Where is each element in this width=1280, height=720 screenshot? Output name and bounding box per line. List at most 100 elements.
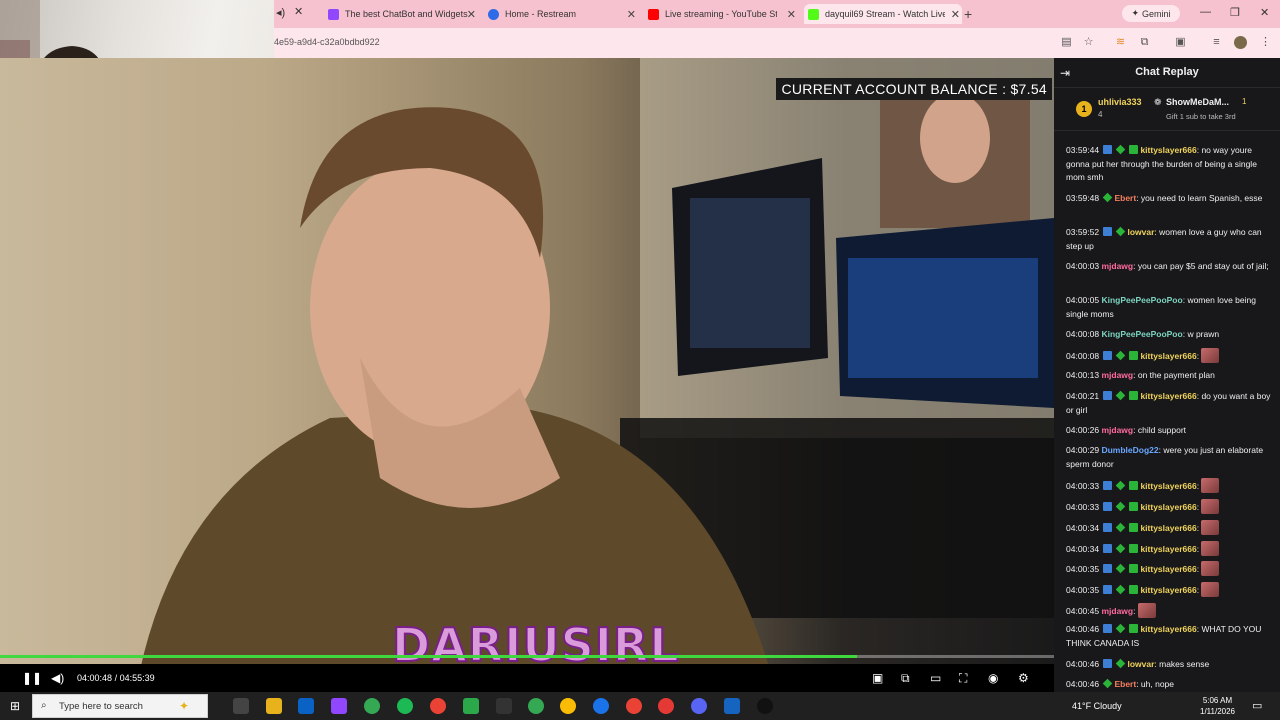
chat-username[interactable]: kittyslayer666 [1140, 585, 1196, 595]
verified-badge-icon[interactable] [1116, 350, 1126, 361]
verified-badge-icon[interactable] [1116, 543, 1126, 554]
volume-icon[interactable]: ◀) [51, 671, 64, 685]
chrome-icon[interactable] [364, 698, 380, 714]
leaderboard-first-name[interactable]: uhlivia333 [1098, 97, 1142, 107]
chat-username[interactable]: KingPeePeePooPoo [1101, 329, 1182, 339]
theater-mode-icon[interactable]: ▭ [930, 671, 941, 685]
weather-widget[interactable]: 41°F Cloudy [1072, 701, 1122, 711]
subscriber-badge-icon[interactable] [1129, 481, 1139, 490]
obs-icon[interactable] [658, 698, 674, 714]
outlook-icon[interactable] [298, 698, 314, 714]
profile-avatar[interactable] [1234, 36, 1247, 49]
verified-badge-icon[interactable] [1116, 226, 1126, 237]
close-tab-icon[interactable]: ✕ [294, 5, 303, 18]
discord-icon[interactable] [691, 698, 707, 714]
verified-badge-icon[interactable] [1116, 480, 1126, 491]
chat-username[interactable]: kittyslayer666 [1140, 564, 1196, 574]
chat-username[interactable]: DumbleDog22 [1101, 445, 1158, 455]
terminal-icon[interactable] [496, 698, 512, 714]
seek-bar[interactable] [0, 655, 1054, 658]
moderator-badge-icon[interactable] [1103, 523, 1113, 532]
moderator-badge-icon[interactable] [1103, 659, 1113, 668]
subscriber-badge-icon[interactable] [1129, 391, 1139, 400]
twitch-app-icon[interactable] [331, 698, 347, 714]
chrome-profile-icon[interactable] [528, 698, 544, 714]
chat-username[interactable]: Ebert [1114, 193, 1136, 203]
taskbar-clock[interactable]: 5:06 AM 1/11/2026 [1200, 695, 1235, 717]
notifications-icon[interactable]: ▭ [1252, 699, 1262, 712]
moderator-badge-icon[interactable] [1103, 624, 1113, 633]
subscriber-badge-icon[interactable] [1129, 585, 1139, 594]
leaderboard-second-name[interactable]: ShowMeDaM... [1166, 97, 1229, 107]
extensions-icon[interactable]: ⧉ [1138, 36, 1151, 49]
moderator-badge-icon[interactable] [1103, 585, 1113, 594]
subscriber-badge-icon[interactable] [1129, 351, 1139, 360]
clip-icon[interactable]: ▣ [872, 671, 883, 685]
sidebar-icon[interactable]: ▣ [1174, 36, 1187, 49]
settings-gear-icon[interactable]: ⚙ [1018, 671, 1029, 685]
verified-badge-icon[interactable] [1116, 584, 1126, 595]
tab-restream[interactable]: Home - Restream ✕ [488, 4, 638, 24]
spotify-icon[interactable] [397, 698, 413, 714]
chat-username[interactable]: kittyslayer666 [1140, 624, 1196, 634]
chat-username[interactable]: mjdawg [1101, 606, 1133, 616]
chat-username[interactable]: kittyslayer666 [1140, 351, 1196, 361]
moderator-badge-icon[interactable] [1103, 351, 1113, 360]
address-bar[interactable]: 4e59-a9d4-c32a0bdbd922 ▤ ☆ ≋ ⧉ ▣ ≡ ⋮ [274, 28, 1280, 58]
verified-badge-icon[interactable] [1116, 623, 1126, 634]
subscriber-badge-icon[interactable] [1129, 145, 1139, 154]
fullscreen-icon[interactable]: ⛶ [959, 671, 967, 685]
chrome-profile-icon[interactable] [560, 698, 576, 714]
video-player[interactable]: CURRENT ACCOUNT BALANCE : $7.54 DARIUSIR… [0, 58, 1054, 670]
subscriber-badge-icon[interactable] [1129, 564, 1139, 573]
subscriber-badge-icon[interactable] [1129, 502, 1139, 511]
task-view-icon[interactable] [233, 698, 249, 714]
gemini-button[interactable]: ✦ Gemini [1122, 5, 1180, 22]
app-icon[interactable] [724, 698, 740, 714]
chrome-profile-icon[interactable] [626, 698, 642, 714]
url-text[interactable]: 4e59-a9d4-c32a0bdbd922 [274, 37, 380, 47]
tab-kick-stream[interactable]: dayquil69 Stream - Watch Live ✕ [804, 4, 962, 24]
rss-icon[interactable]: ≋ [1114, 36, 1127, 49]
verified-badge-icon[interactable] [1103, 192, 1113, 203]
moderator-badge-icon[interactable] [1103, 227, 1113, 236]
bookmark-star-icon[interactable]: ☆ [1082, 36, 1095, 49]
media-icon[interactable]: ≡ [1210, 36, 1223, 49]
verified-badge-icon[interactable] [1116, 658, 1126, 669]
verified-badge-icon[interactable] [1116, 501, 1126, 512]
chat-username[interactable]: mjdawg [1101, 425, 1133, 435]
moderator-badge-icon[interactable] [1103, 502, 1113, 511]
tab-chatbot[interactable]: The best ChatBot and Widgets ✕ [328, 4, 478, 24]
close-tab-icon[interactable]: ✕ [467, 8, 476, 21]
close-tab-icon[interactable]: ✕ [787, 8, 796, 21]
page-icon[interactable]: ▤ [1060, 36, 1073, 49]
moderator-badge-icon[interactable] [1103, 564, 1113, 573]
pause-icon[interactable]: ❚❚ [22, 671, 42, 685]
minimize-button[interactable]: — [1200, 6, 1211, 18]
app-icon[interactable] [757, 698, 773, 714]
verified-badge-icon[interactable] [1116, 522, 1126, 533]
restore-button[interactable]: ❐ [1230, 6, 1240, 19]
moderator-badge-icon[interactable] [1103, 145, 1113, 154]
subscriber-badge-icon[interactable] [1129, 624, 1139, 633]
menu-icon[interactable]: ⋮ [1259, 36, 1272, 49]
chat-username[interactable]: lowvar [1127, 659, 1154, 669]
verified-badge-icon[interactable] [1116, 144, 1126, 155]
tab-youtube-studio[interactable]: Live streaming - YouTube Studio ✕ [648, 4, 798, 24]
windows-start-icon[interactable]: ⊞ [10, 699, 20, 713]
gift-sub-prompt[interactable]: Gift 1 sub to take 3rd [1166, 112, 1236, 121]
chat-username[interactable]: Ebert [1114, 679, 1136, 689]
chat-username[interactable]: mjdawg [1101, 370, 1133, 380]
verified-badge-icon[interactable] [1116, 563, 1126, 574]
chapters-icon[interactable]: ◉ [988, 671, 998, 685]
chat-username[interactable]: KingPeePeePooPoo [1101, 295, 1182, 305]
chat-username[interactable]: kittyslayer666 [1140, 544, 1196, 554]
app-icon[interactable] [593, 698, 609, 714]
chat-username[interactable]: kittyslayer666 [1140, 391, 1196, 401]
verified-badge-icon[interactable] [1116, 390, 1126, 401]
subscriber-badge-icon[interactable] [1129, 523, 1139, 532]
moderator-badge-icon[interactable] [1103, 391, 1113, 400]
verified-badge-icon[interactable] [1103, 678, 1113, 689]
chat-username[interactable]: kittyslayer666 [1140, 502, 1196, 512]
picture-in-picture-icon[interactable]: ⧉ [901, 671, 910, 685]
